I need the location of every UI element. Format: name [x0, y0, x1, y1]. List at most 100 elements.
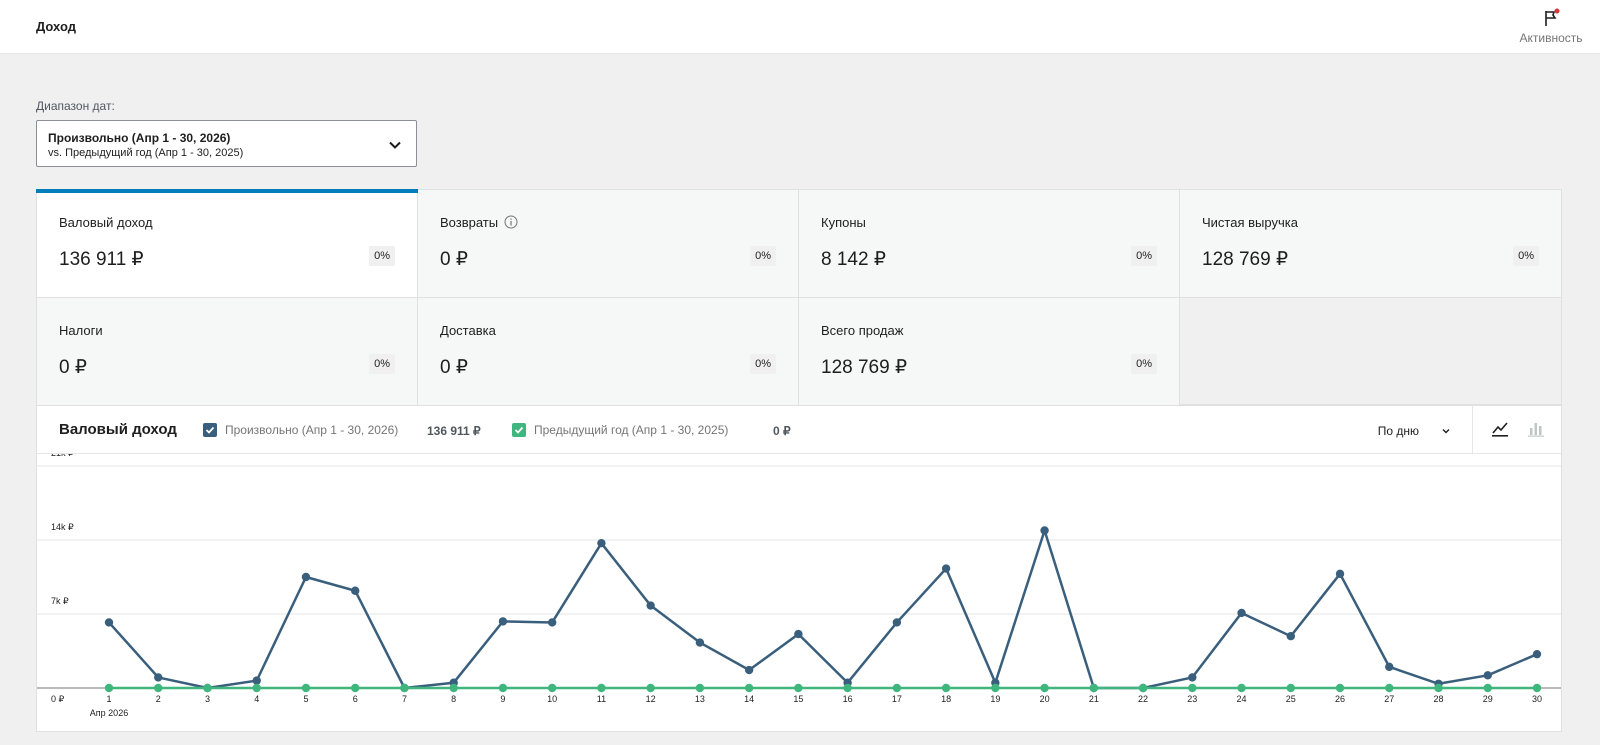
interval-label: По дню	[1377, 424, 1419, 438]
data-point-current	[154, 673, 163, 682]
top-bar: Доход Активность	[0, 0, 1600, 54]
bar-chart-icon	[1528, 423, 1544, 437]
data-point-current	[1286, 632, 1295, 641]
checkbox-checked-icon[interactable]	[203, 423, 217, 437]
data-point-previous	[104, 683, 114, 693]
card-title: Доставка	[440, 323, 496, 338]
card-title: Чистая выручка	[1202, 215, 1298, 230]
data-point-previous	[941, 683, 951, 693]
data-point-current	[892, 618, 902, 627]
card-value: 0 ₽	[440, 357, 468, 378]
summary-card-taxes[interactable]: Налоги 0 ₽ 0%	[37, 298, 418, 406]
data-point-previous	[695, 683, 705, 693]
interval-select[interactable]: По дню	[1378, 424, 1451, 438]
x-tick-sublabel: Апр 2026	[90, 708, 128, 718]
x-tick-label: 2	[156, 694, 161, 704]
x-tick-label: 13	[695, 694, 705, 704]
summary-card-coupons[interactable]: Купоны 8 142 ₽ 0%	[799, 190, 1180, 298]
series-line-current	[108, 529, 1538, 690]
data-point-current	[1532, 649, 1542, 659]
x-tick-label: 19	[990, 694, 1000, 704]
data-point-current	[1237, 608, 1246, 618]
date-range-picker[interactable]: Произвольно (Апр 1 - 30, 2026) vs. Преды…	[36, 120, 417, 167]
card-title-wrap: Возвраты	[440, 215, 518, 230]
page-title: Доход	[36, 19, 76, 34]
x-tick-label: 20	[1040, 694, 1050, 704]
data-point-previous	[1532, 683, 1542, 693]
data-point-current	[498, 617, 508, 626]
divider	[1472, 406, 1473, 454]
y-tick-label: 21k ₽	[51, 454, 74, 458]
x-tick-label: 28	[1434, 694, 1444, 704]
data-point-current	[695, 638, 705, 647]
data-point-previous	[794, 683, 803, 693]
line-chart-icon	[1492, 422, 1508, 437]
card-delta: 0%	[750, 246, 776, 266]
legend-total-current: 136 911 ₽	[427, 424, 481, 438]
data-point-current	[744, 665, 754, 675]
x-tick-label: 25	[1286, 694, 1296, 704]
activity-button[interactable]: Активность	[1516, 8, 1586, 45]
x-tick-label: 21	[1089, 694, 1099, 704]
x-tick-label: 30	[1532, 694, 1542, 704]
x-tick-label: 29	[1483, 694, 1493, 704]
x-tick-label: 3	[205, 694, 210, 704]
chart-title: Валовый доход	[59, 421, 177, 438]
card-delta: 0%	[1131, 246, 1157, 266]
card-title: Купоны	[821, 215, 866, 230]
legend-total-previous: 0 ₽	[773, 424, 791, 438]
data-point-previous	[301, 683, 311, 693]
data-point-previous	[597, 683, 606, 693]
chevron-down-icon	[1442, 429, 1450, 434]
x-tick-label: 7	[402, 694, 407, 704]
x-tick-label: 6	[353, 694, 358, 704]
data-point-previous	[1188, 683, 1197, 693]
summary-card-gross-revenue[interactable]: Валовый доход 136 911 ₽ 0%	[36, 189, 418, 298]
summary-card-shipping[interactable]: Доставка 0 ₽ 0%	[418, 298, 799, 406]
x-tick-label: 4	[254, 694, 259, 704]
data-point-previous	[449, 683, 458, 693]
chart-header: Валовый доход Произвольно (Апр 1 - 30, 2…	[37, 406, 1561, 454]
card-delta: 0%	[369, 354, 395, 374]
legend-label: Произвольно (Апр 1 - 30, 2026)	[225, 423, 399, 437]
y-tick-label: 14k ₽	[51, 522, 74, 532]
data-point-current	[351, 586, 360, 595]
checkbox-checked-icon[interactable]	[512, 423, 526, 437]
summary-card-net-revenue[interactable]: Чистая выручка 128 769 ₽ 0%	[1180, 190, 1561, 298]
card-title: Налоги	[59, 323, 103, 338]
x-tick-label: 26	[1335, 694, 1345, 704]
data-point-current	[1335, 569, 1345, 579]
x-tick-label: 18	[941, 694, 951, 704]
legend-item-current[interactable]: Произвольно (Апр 1 - 30, 2026)	[203, 423, 398, 437]
card-value: 0 ₽	[59, 357, 87, 378]
data-point-current	[104, 618, 114, 627]
card-title: Всего продаж	[821, 323, 904, 338]
legend-item-previous[interactable]: Предыдущий год (Апр 1 - 30, 2025)	[512, 423, 728, 437]
data-point-previous	[203, 683, 212, 693]
x-tick-label: 17	[892, 694, 902, 704]
data-point-previous	[351, 683, 360, 693]
data-point-previous	[991, 683, 1000, 693]
data-point-current	[301, 572, 311, 582]
card-delta: 0%	[369, 246, 395, 266]
info-icon[interactable]	[504, 215, 518, 229]
data-point-current	[794, 629, 803, 639]
x-tick-label: 9	[500, 694, 505, 704]
data-point-previous	[252, 683, 261, 693]
line-chart-button[interactable]	[1491, 420, 1509, 443]
summary-card-total-sales[interactable]: Всего продаж 128 769 ₽ 0%	[799, 298, 1180, 406]
data-point-current	[1040, 526, 1049, 535]
data-point-previous	[1089, 683, 1099, 693]
bar-chart-button[interactable]	[1527, 420, 1545, 443]
card-value: 128 769 ₽	[1202, 249, 1289, 270]
data-point-current	[1385, 662, 1394, 672]
summary-card-refunds[interactable]: Возвраты 0 ₽ 0%	[418, 190, 799, 298]
x-tick-label: 14	[744, 694, 754, 704]
data-point-current	[646, 601, 655, 610]
data-point-current	[252, 676, 261, 685]
y-tick-label: 0 ₽	[51, 694, 65, 704]
data-point-current	[597, 538, 606, 548]
card-delta: 0%	[1513, 246, 1539, 266]
date-range-secondary: vs. Предыдущий год (Апр 1 - 30, 2025)	[48, 147, 244, 159]
data-point-previous	[1385, 683, 1394, 693]
